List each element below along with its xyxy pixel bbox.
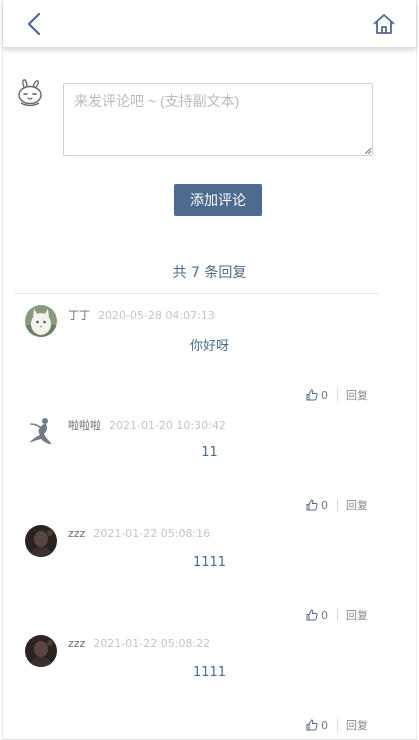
like-count: 0 xyxy=(321,718,328,732)
action-separator xyxy=(337,389,338,401)
comment-meta: zzz 2021-01-22 05:08:22 xyxy=(68,637,210,650)
home-icon xyxy=(373,14,395,34)
comment-item: zzz 2021-01-22 05:08:22 1111 0 回复 xyxy=(3,625,416,735)
like-button[interactable]: 0 xyxy=(306,719,328,732)
comment-actions: 0 回复 xyxy=(306,497,368,513)
like-button[interactable]: 0 xyxy=(306,609,328,622)
comment-item: 丁丁 2020-05-28 04:07:13 你好呀 0 回复 xyxy=(3,295,416,405)
comment-composer: 添加评论 xyxy=(3,48,416,248)
resize-grip-icon[interactable] xyxy=(365,148,371,154)
rabbit-avatar-icon xyxy=(15,78,45,108)
add-comment-button[interactable]: 添加评论 xyxy=(174,184,262,216)
comment-content: 你好呀 xyxy=(189,339,229,354)
comment-actions: 0 回复 xyxy=(306,387,368,403)
comment-time: 2021-01-22 05:08:16 xyxy=(93,527,211,540)
avatar xyxy=(25,635,57,667)
chevron-left-icon xyxy=(27,12,41,36)
back-button[interactable] xyxy=(23,11,47,37)
comment-meta: 啦啦啦 2021-01-20 10:30:42 xyxy=(68,417,226,433)
comment-content: 1111 xyxy=(192,665,227,680)
action-separator xyxy=(337,499,338,511)
like-count: 0 xyxy=(321,498,328,512)
comment-time: 2021-01-20 10:30:42 xyxy=(109,419,226,432)
avatar xyxy=(25,525,57,557)
reply-button[interactable]: 回复 xyxy=(346,497,368,513)
thumbs-up-icon xyxy=(306,719,318,731)
reply-button[interactable]: 回复 xyxy=(346,607,368,623)
like-button[interactable]: 0 xyxy=(306,389,328,402)
comment-content: 11 xyxy=(201,445,218,460)
thumbs-up-icon xyxy=(306,389,318,401)
thumbs-up-icon xyxy=(306,609,318,621)
divider xyxy=(15,293,379,294)
action-separator xyxy=(337,719,338,731)
reply-count: 共 7 条回复 xyxy=(172,265,247,281)
action-separator xyxy=(337,609,338,621)
comment-item: 啦啦啦 2021-01-20 10:30:42 11 0 回复 xyxy=(3,405,416,515)
comment-time: 2020-05-28 04:07:13 xyxy=(98,309,215,322)
comment-meta: 丁丁 2020-05-28 04:07:13 xyxy=(68,307,215,323)
app-frame: 添加评论 共 7 条回复 丁丁 2020-05-28 04:07:13 xyxy=(2,0,417,740)
reply-button[interactable]: 回复 xyxy=(346,387,368,403)
comment-actions: 0 回复 xyxy=(306,717,368,733)
thumbs-up-icon xyxy=(306,499,318,511)
comment-author: zzz xyxy=(68,527,86,540)
like-count: 0 xyxy=(321,608,328,622)
comment-actions: 0 回复 xyxy=(306,607,368,623)
comment-item: zzz 2021-01-22 05:08:16 1111 0 回复 xyxy=(3,515,416,625)
comment-author: 啦啦啦 xyxy=(68,419,101,432)
comment-content: 1111 xyxy=(192,555,227,570)
home-button[interactable] xyxy=(372,12,396,36)
comment-author: zzz xyxy=(68,637,86,650)
comment-list: 丁丁 2020-05-28 04:07:13 你好呀 0 回复 啦啦啦 2021… xyxy=(3,295,416,735)
avatar xyxy=(25,415,57,447)
comment-meta: zzz 2021-01-22 05:08:16 xyxy=(68,527,210,540)
like-count: 0 xyxy=(321,388,328,402)
top-nav-bar xyxy=(3,0,416,48)
like-button[interactable]: 0 xyxy=(306,499,328,512)
comment-author: 丁丁 xyxy=(68,309,90,322)
comment-time: 2021-01-22 05:08:22 xyxy=(93,637,211,650)
comment-input[interactable] xyxy=(63,83,373,156)
reply-button[interactable]: 回复 xyxy=(346,717,368,733)
avatar xyxy=(25,305,57,337)
